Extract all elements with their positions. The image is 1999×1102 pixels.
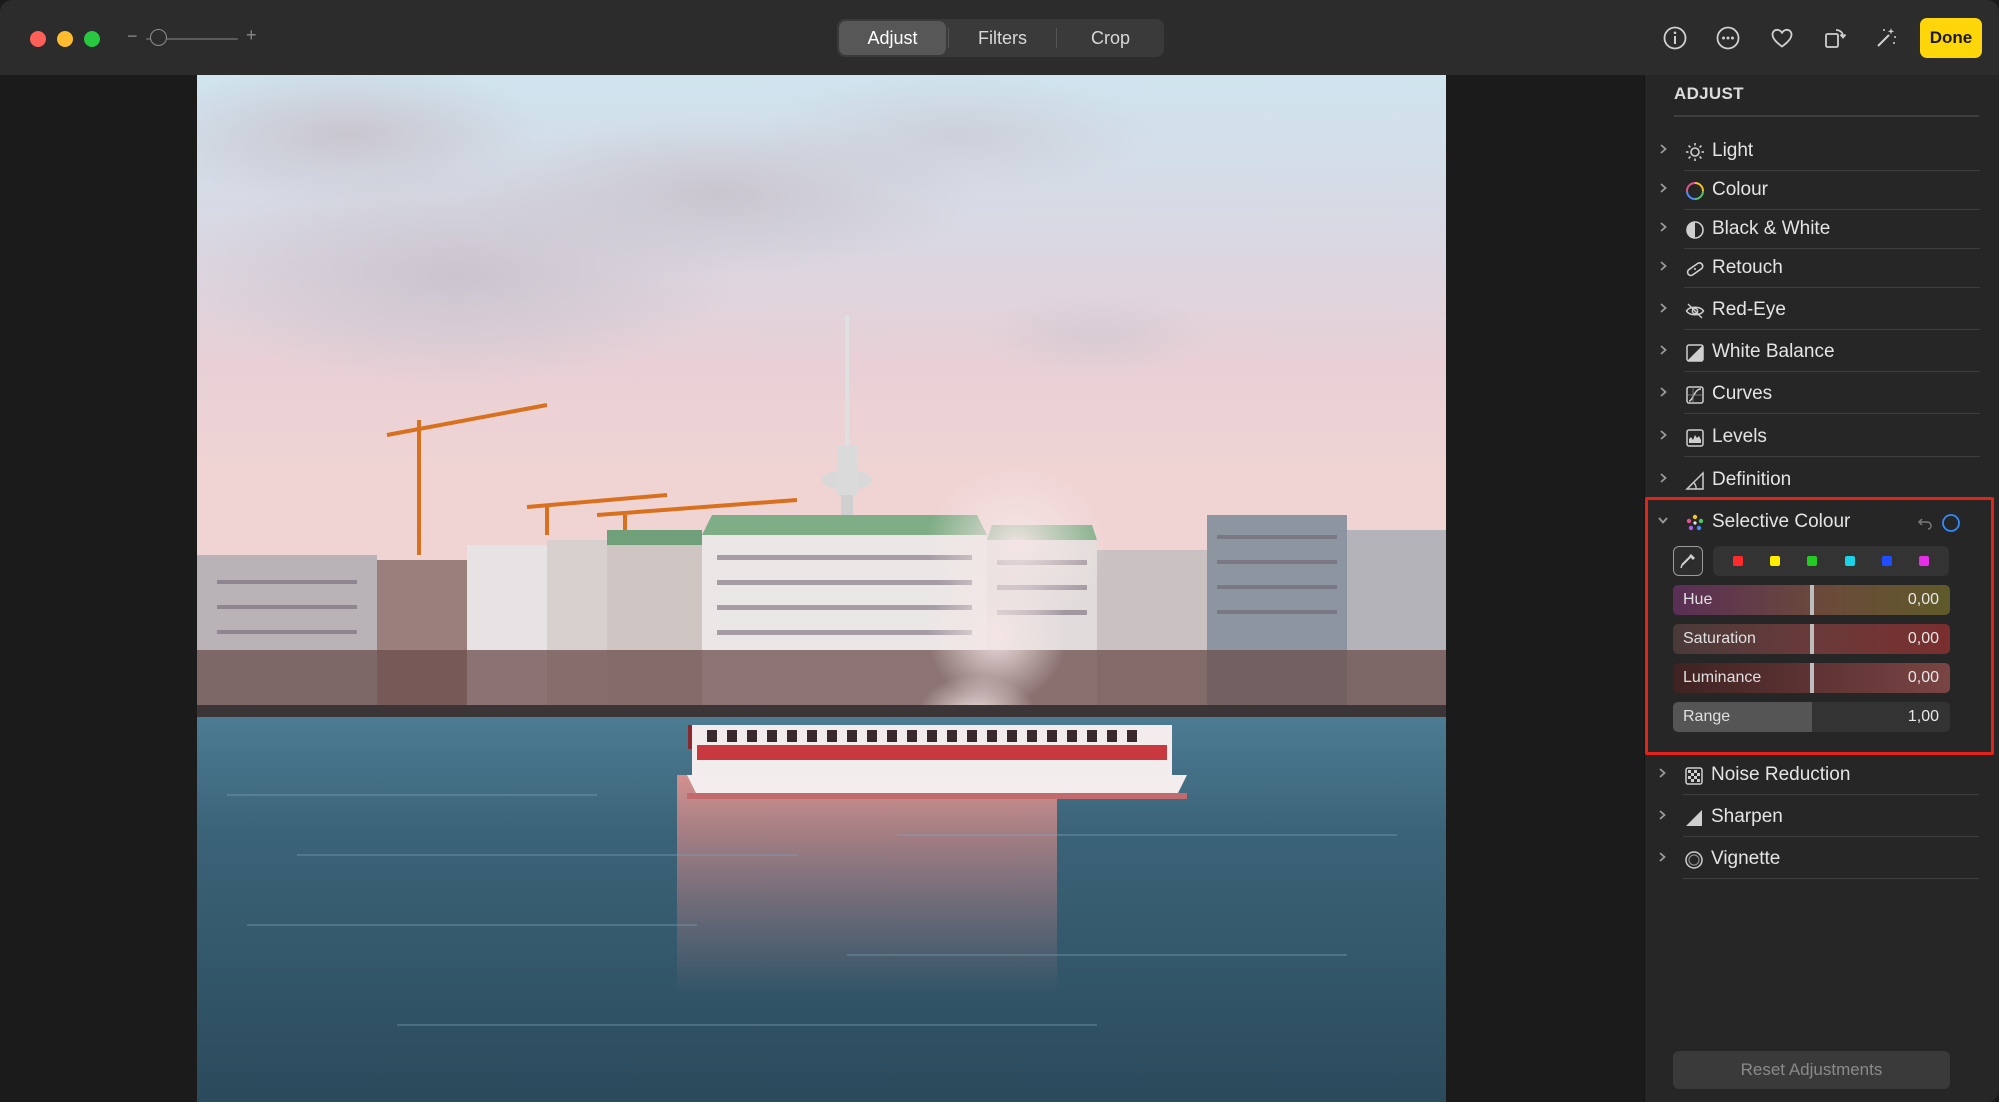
adjust-item-sharpen[interactable]: Sharpen bbox=[1654, 799, 1979, 837]
adjust-item-label: Levels bbox=[1712, 426, 1767, 447]
vignette-icon bbox=[1685, 851, 1703, 869]
adjust-item-light[interactable]: Light bbox=[1655, 133, 1980, 171]
divider bbox=[1684, 413, 1980, 414]
sharpen-icon bbox=[1686, 810, 1702, 826]
sidebar-title: ADJUST bbox=[1674, 84, 1744, 103]
chevron-right-icon[interactable] bbox=[1657, 302, 1669, 314]
done-button[interactable]: Done bbox=[1920, 18, 1982, 58]
adjust-item-vignette[interactable]: Vignette bbox=[1654, 841, 1979, 879]
adjust-item-noise-reduction[interactable]: Noise Reduction bbox=[1654, 757, 1979, 795]
chevron-right-icon[interactable] bbox=[1657, 221, 1669, 233]
more-icon[interactable] bbox=[1714, 24, 1742, 52]
chevron-right-icon[interactable] bbox=[1657, 344, 1669, 356]
divider bbox=[1684, 287, 1980, 288]
divider bbox=[1684, 209, 1980, 210]
adjust-item-label: Sharpen bbox=[1711, 806, 1783, 827]
photos-edit-window: − + Adjust Filters Crop Done ADJUST Ligh… bbox=[0, 0, 1999, 1102]
divider bbox=[1684, 170, 1980, 171]
divider bbox=[1683, 836, 1979, 837]
close-window-button[interactable] bbox=[30, 31, 46, 47]
selective-colour-highlight bbox=[1645, 497, 1994, 755]
info-icon[interactable] bbox=[1661, 24, 1689, 52]
chevron-right-icon[interactable] bbox=[1657, 429, 1669, 441]
chevron-right-icon[interactable] bbox=[1657, 182, 1669, 194]
adjust-item-label: Vignette bbox=[1711, 848, 1781, 869]
reset-adjustments-button[interactable]: Reset Adjustments bbox=[1673, 1051, 1950, 1089]
rotate-icon[interactable] bbox=[1821, 24, 1849, 52]
photo-image[interactable] bbox=[197, 75, 1446, 1102]
adjust-item-definition[interactable]: Definition bbox=[1655, 462, 1980, 500]
colour-wheel-icon bbox=[1686, 182, 1704, 200]
divider bbox=[1684, 371, 1980, 372]
chevron-right-icon[interactable] bbox=[1657, 472, 1669, 484]
chevron-right-icon[interactable] bbox=[1657, 143, 1669, 155]
definition-icon bbox=[1685, 471, 1704, 490]
adjust-item-label: Black & White bbox=[1712, 218, 1831, 239]
edit-mode-tabs: Adjust Filters Crop bbox=[837, 19, 1164, 57]
adjust-item-white-balance[interactable]: White Balance bbox=[1655, 334, 1980, 372]
divider bbox=[1683, 794, 1979, 795]
divider bbox=[1674, 115, 1979, 117]
chevron-right-icon[interactable] bbox=[1657, 386, 1669, 398]
adjust-item-retouch[interactable]: Retouch bbox=[1655, 250, 1980, 288]
adjust-item-red-eye[interactable]: Red-Eye bbox=[1655, 292, 1980, 330]
adjust-item-label: White Balance bbox=[1712, 341, 1835, 362]
adjust-item-label: Curves bbox=[1712, 383, 1773, 404]
divider bbox=[1684, 329, 1980, 330]
adjust-item-curves[interactable]: Curves bbox=[1655, 376, 1980, 414]
chevron-right-icon[interactable] bbox=[1656, 767, 1668, 779]
toolbar: − + Adjust Filters Crop Done bbox=[0, 0, 1999, 76]
adjust-item-label: Light bbox=[1712, 140, 1754, 161]
adjust-item-colour[interactable]: Colour bbox=[1655, 172, 1980, 210]
sun-icon bbox=[1686, 143, 1704, 161]
bandage-icon bbox=[1686, 262, 1704, 277]
adjust-item-label: Retouch bbox=[1712, 257, 1783, 278]
half-circle-icon bbox=[1686, 221, 1704, 239]
zoom-out-icon[interactable]: − bbox=[127, 26, 138, 47]
noise-icon bbox=[1685, 767, 1703, 785]
adjust-item-levels[interactable]: Levels bbox=[1655, 419, 1980, 457]
tab-filters[interactable]: Filters bbox=[949, 19, 1056, 57]
tab-crop[interactable]: Crop bbox=[1057, 19, 1164, 57]
zoom-in-icon[interactable]: + bbox=[246, 25, 257, 46]
adjust-item-label: Red-Eye bbox=[1712, 299, 1786, 320]
zoom-slider-knob[interactable] bbox=[150, 29, 167, 46]
curves-icon bbox=[1686, 386, 1704, 404]
heart-icon[interactable] bbox=[1768, 24, 1796, 52]
maximize-window-button[interactable] bbox=[84, 31, 100, 47]
white-balance-icon bbox=[1686, 344, 1704, 362]
adjust-item-label: Colour bbox=[1712, 179, 1768, 200]
auto-enhance-icon[interactable] bbox=[1872, 24, 1900, 52]
divider bbox=[1684, 456, 1980, 457]
tab-adjust[interactable]: Adjust bbox=[839, 21, 946, 55]
divider bbox=[1683, 878, 1979, 879]
levels-icon bbox=[1686, 429, 1704, 447]
adjust-item-label: Definition bbox=[1712, 469, 1792, 490]
adjust-item-label: Noise Reduction bbox=[1711, 764, 1851, 785]
eye-icon bbox=[1685, 303, 1705, 319]
minimize-window-button[interactable] bbox=[57, 31, 73, 47]
divider bbox=[1684, 248, 1980, 249]
chevron-right-icon[interactable] bbox=[1656, 809, 1668, 821]
chevron-right-icon[interactable] bbox=[1656, 851, 1668, 863]
adjust-item-black-white[interactable]: Black & White bbox=[1655, 211, 1980, 249]
chevron-right-icon[interactable] bbox=[1657, 260, 1669, 272]
